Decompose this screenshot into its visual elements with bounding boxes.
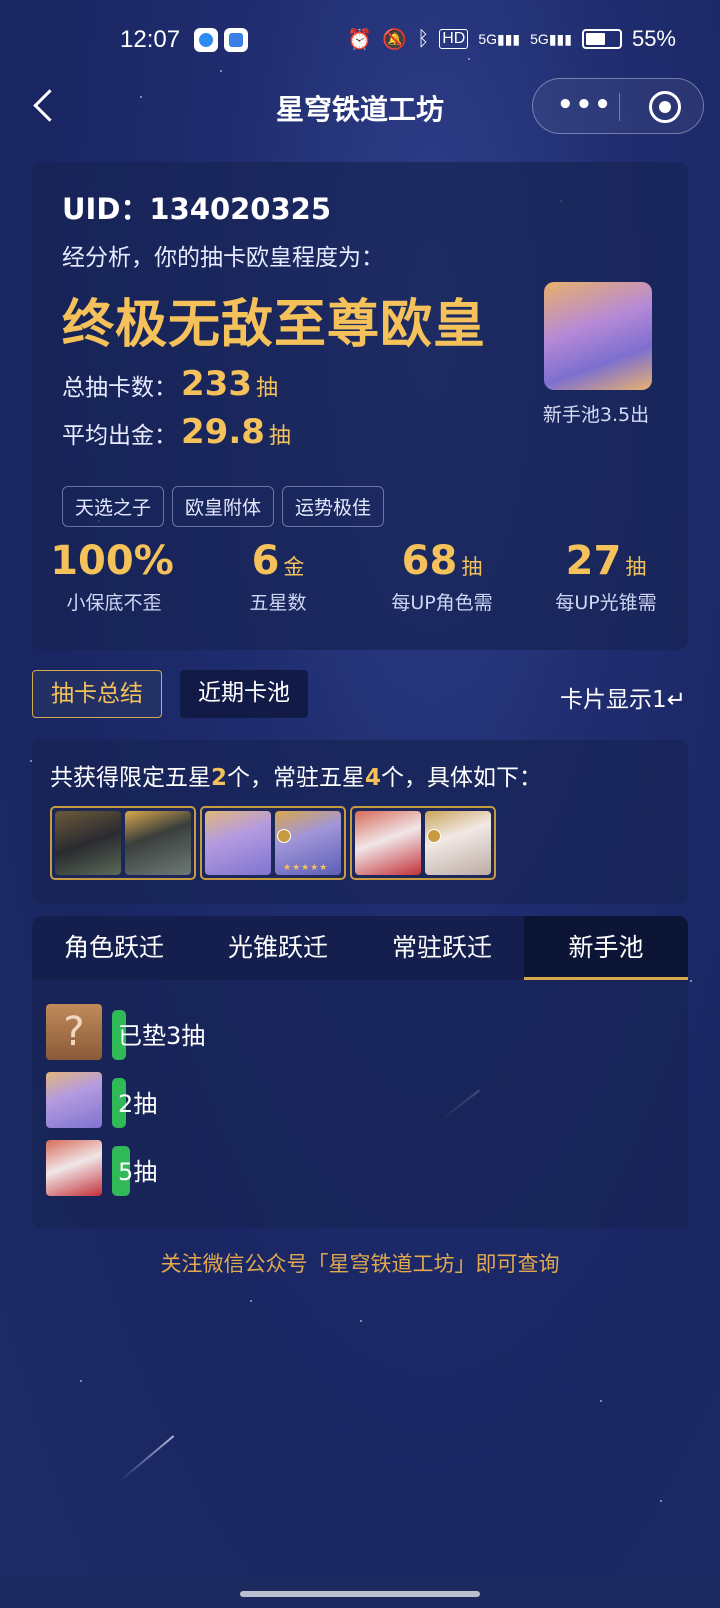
pull-count: 2抽 (118, 1090, 158, 1118)
tab-standard-warp[interactable]: 常驻跃迁 (360, 916, 524, 980)
lightcone-image (425, 811, 491, 875)
metric-per-up-lightcone: 27 抽 每UP光锥需 (524, 538, 688, 615)
lightcone-image: ★★★★★ (275, 811, 341, 875)
metric-five-star-count: 6金 五星数 (196, 538, 360, 615)
character-portrait (205, 811, 271, 875)
pool-tabbar: 角色跃迁 光锥跃迁 常驻跃迁 新手池 (32, 916, 688, 980)
battery-percent: 55% (631, 26, 676, 51)
pull-record: ? 已垫3抽 (46, 1004, 666, 1062)
total-pulls-value: 233 (181, 364, 252, 404)
pull-record: 5抽 (46, 1140, 666, 1198)
footer-note: 关注微信公众号「星穹铁道工坊」即可查询 (160, 1252, 560, 1276)
tab-lightcone-warp[interactable]: 光锥跃迁 (196, 916, 360, 980)
total-pulls: 总抽卡数： 233 抽 (62, 364, 278, 404)
metric-value: 6 (251, 538, 280, 584)
shooting-star (119, 1435, 175, 1482)
metric-value: 68 (401, 538, 458, 584)
app-notification-icon (194, 28, 218, 52)
nav-bar: 星穹铁道工坊 ••• (0, 76, 720, 136)
eidolon-badge-icon (277, 829, 291, 843)
limited-count: 2 (211, 765, 228, 791)
luck-rank: 终极无敌至尊欧皇 (62, 295, 487, 355)
metric-unit: 抽 (461, 555, 483, 579)
tab-beginner-warp[interactable]: 新手池 (524, 916, 688, 980)
metric-value: 27 (565, 538, 622, 584)
rarity-stars-icon: ★★★★★ (283, 863, 329, 873)
total-pulls-unit: 抽 (255, 376, 278, 401)
status-time: 12:07 (120, 26, 181, 53)
standard-count: 4 (365, 765, 382, 791)
tag: 天选之子 (62, 486, 165, 527)
bluetooth-icon: ᛒ (417, 27, 430, 50)
character-avatar (46, 1140, 102, 1196)
character-portrait (544, 282, 652, 390)
avg-pulls-value: 29.8 (181, 412, 265, 452)
close-miniprogram-button[interactable] (649, 91, 681, 123)
metric-label: 五星数 (249, 592, 307, 614)
pull-count: 5抽 (118, 1158, 158, 1186)
pull-count: 已垫3抽 (118, 1022, 206, 1050)
character-portrait (55, 811, 121, 875)
character-portrait (355, 811, 421, 875)
featured-caption: 新手池3.5出 (542, 404, 650, 426)
metric-unit: 金 (283, 555, 305, 579)
obtained-suffix: 个，具体如下： (381, 765, 543, 791)
avg-pulls-label: 平均出金： (62, 423, 177, 449)
obtained-list: ★★★★★ (50, 806, 496, 880)
obtained-summary: 共获得限定五星2个，常驻五星4个，具体如下： (50, 758, 542, 792)
obtained-card: 共获得限定五星2个，常驻五星4个，具体如下： ★★★★★ (32, 740, 688, 904)
metric-label: 每UP光锥需 (555, 592, 657, 614)
capsule-divider (619, 93, 620, 121)
character-lightcone-pair[interactable] (50, 806, 196, 880)
tag: 欧皇附体 (172, 486, 275, 527)
unknown-character-icon: ? (46, 1004, 102, 1060)
total-pulls-label: 总抽卡数： (62, 375, 177, 401)
tab-recent-pools[interactable]: 近期卡池 (180, 670, 308, 718)
eidolon-badge-icon (427, 829, 441, 843)
hd-icon: HD (439, 29, 469, 49)
character-avatar (46, 1072, 102, 1128)
status-bar: 12:07 ⏰ 🔕 ᛒ HD 5G▮▮▮ 5G▮▮▮ 55% (0, 0, 720, 84)
featured-character[interactable]: 新手池3.5出 (543, 282, 654, 427)
summary-card: UID：134020325 经分析，你的抽卡欧皇程度为： 终极无敌至尊欧皇 总抽… (32, 162, 688, 650)
tag: 运势极佳 (282, 486, 385, 527)
metric-unit: 抽 (625, 555, 647, 579)
app-notification-icon (224, 28, 248, 52)
uid-label: UID：134020325 (62, 192, 332, 226)
card-display-toggle[interactable]: 卡片显示1↵ (560, 680, 690, 714)
tag-list: 天选之子 欧皇附体 运势极佳 (62, 486, 385, 527)
tab-character-warp[interactable]: 角色跃迁 (32, 916, 196, 980)
pull-record: 2抽 (46, 1072, 666, 1130)
metric-label: 小保底不歪 (66, 592, 162, 614)
home-indicator[interactable] (240, 1591, 480, 1597)
signal-icon: 5G▮▮▮ (478, 30, 521, 47)
lightcone-image (125, 811, 191, 875)
avg-pulls: 平均出金： 29.8 抽 (62, 412, 291, 452)
tab-gacha-summary[interactable]: 抽卡总结 (32, 670, 162, 718)
alarm-icon: ⏰ (347, 28, 373, 51)
mute-bell-icon: 🔕 (382, 28, 408, 51)
more-menu-button[interactable]: ••• (557, 92, 613, 118)
avg-pulls-unit: 抽 (268, 424, 291, 449)
analysis-text: 经分析，你的抽卡欧皇程度为： (62, 245, 384, 271)
metric-guarantee: 100% 小保底不歪 (32, 538, 196, 615)
battery-icon (581, 29, 622, 49)
obtained-prefix: 共获得限定五星 (50, 765, 211, 791)
character-lightcone-pair[interactable] (350, 806, 496, 880)
metrics-row: 100% 小保底不歪 6金 五星数 68 抽 每UP角色需 27 抽 每UP光锥需 (32, 538, 688, 615)
obtained-middle: 个，常驻五星 (227, 765, 366, 791)
miniprogram-capsule: ••• (532, 78, 704, 134)
metric-value: 100% (50, 538, 174, 584)
pool-panel: 角色跃迁 光锥跃迁 常驻跃迁 新手池 ? 已垫3抽 2抽 5抽 (32, 916, 688, 1228)
character-lightcone-pair[interactable]: ★★★★★ (200, 806, 346, 880)
metric-per-up-character: 68 抽 每UP角色需 (360, 538, 524, 615)
signal-icon: 5G▮▮▮ (530, 30, 572, 47)
metric-label: 每UP角色需 (391, 592, 493, 614)
